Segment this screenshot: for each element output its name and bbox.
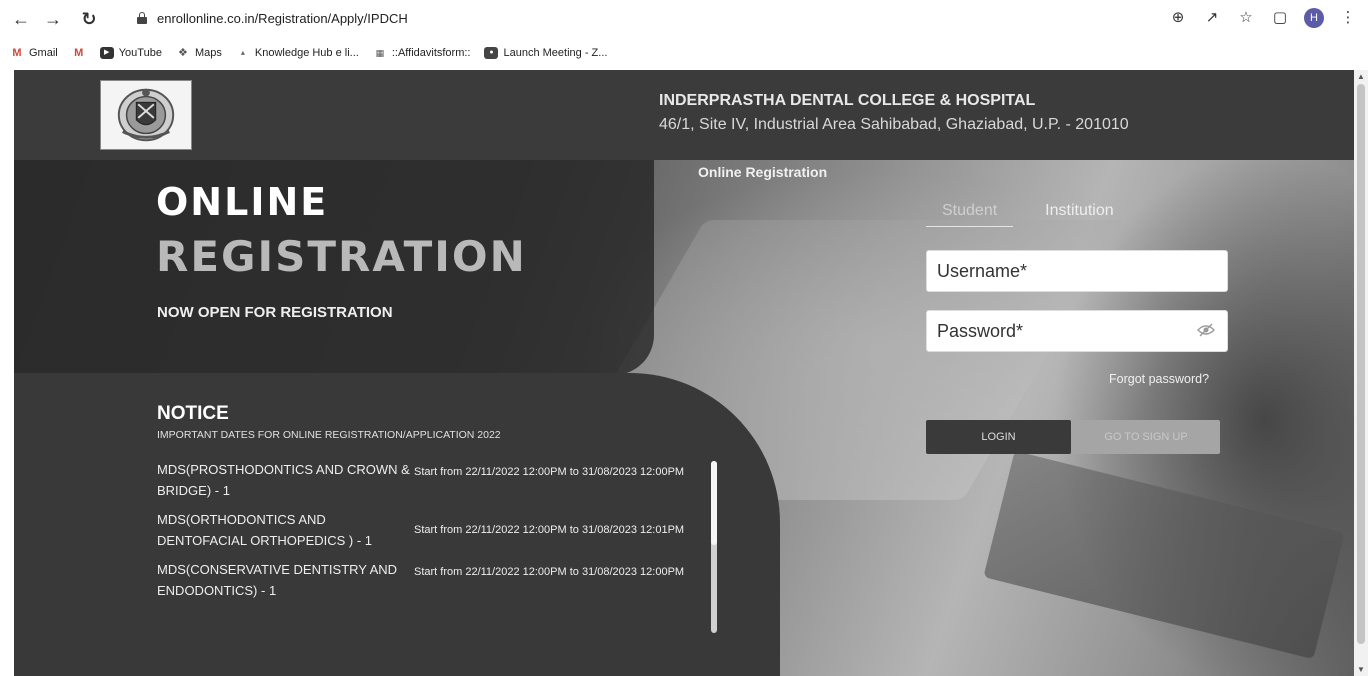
page-scrollbar[interactable]: ▲ ▼ — [1354, 70, 1368, 676]
sidepanel-icon[interactable]: ▢ — [1270, 8, 1290, 28]
star-icon[interactable]: ☆ — [1236, 8, 1256, 28]
section-label: Online Registration — [698, 164, 828, 180]
notice-title: NOTICE — [157, 403, 229, 424]
browser-toolbar: ← → ↻ enrollonline.co.in/Registration/Ap… — [0, 0, 1368, 40]
lock-icon[interactable] — [137, 12, 147, 24]
knowledge-hub-icon: ▴ — [240, 48, 245, 57]
hero-section: Online Registration ONLINE REGISTRATION … — [14, 160, 1354, 676]
scroll-down-icon[interactable]: ▼ — [1357, 665, 1365, 674]
forward-arrow-icon[interactable]: → — [42, 8, 64, 30]
login-tabs: Student Institution — [926, 202, 1130, 227]
notice-subtitle: IMPORTANT DATES FOR ONLINE REGISTRATION/… — [157, 429, 501, 441]
list-item: MDS(PROSTHODONTICS AND CROWN & BRIDGE) -… — [157, 459, 712, 501]
maps-icon: ❖ — [178, 47, 188, 59]
share-icon[interactable]: ↗ — [1202, 8, 1222, 28]
gmail-icon: M — [12, 47, 22, 59]
login-button[interactable]: LOGIN — [926, 420, 1071, 454]
course-name: MDS(ORTHODONTICS AND DENTOFACIAL ORTHOPE… — [157, 512, 373, 548]
menu-kebab-icon[interactable]: ⋮ — [1338, 8, 1358, 28]
scroll-up-icon[interactable]: ▲ — [1357, 72, 1365, 81]
bookmark-knowledge-hub[interactable]: ▴ Knowledge Hub e li... — [236, 47, 359, 59]
forgot-password-link[interactable]: Forgot password? — [1109, 372, 1209, 386]
url-text: enrollonline.co.in/Registration/Apply/IP… — [157, 11, 408, 26]
password-input[interactable]: Password* — [926, 310, 1228, 352]
list-item: MDS(CONSERVATIVE DENTISTRY AND ENDODONTI… — [157, 559, 712, 601]
reload-icon[interactable]: ↻ — [78, 8, 100, 30]
bookmark-gmail-2[interactable]: M — [72, 47, 86, 59]
college-logo[interactable] — [100, 80, 192, 150]
hero-title-line2: REGISTRATION — [156, 232, 527, 281]
course-name: MDS(CONSERVATIVE DENTISTRY AND ENDODONTI… — [157, 562, 398, 598]
bookmark-maps[interactable]: ❖ Maps — [176, 47, 222, 59]
college-name: INDERPRASTHA DENTAL COLLEGE & HOSPITAL — [659, 92, 1036, 109]
notice-panel: NOTICE IMPORTANT DATES FOR ONLINE REGIST… — [14, 373, 780, 676]
zoom-icon: ● — [484, 47, 499, 59]
hero-title-line1: ONLINE — [156, 180, 329, 224]
bookmark-zoom[interactable]: ● Launch Meeting - Z... — [484, 47, 607, 59]
signup-button[interactable]: GO TO SIGN UP — [1072, 420, 1220, 454]
college-address: 46/1, Site IV, Industrial Area Sahibabad… — [659, 116, 1129, 133]
bookmark-gmail[interactable]: M Gmail — [10, 47, 57, 59]
page-scrollbar-thumb[interactable] — [1357, 84, 1365, 644]
crest-icon — [117, 88, 175, 142]
zoom-icon[interactable]: ⊕ — [1168, 8, 1188, 28]
gmail-m-icon: M — [74, 47, 84, 59]
address-bar[interactable]: enrollonline.co.in/Registration/Apply/IP… — [115, 6, 1205, 34]
course-dates: Start from 22/11/2022 12:00PM to 31/08/2… — [414, 466, 685, 478]
bookmark-affidavit[interactable]: ▦ ::Affidavitsform:: — [373, 47, 471, 59]
notice-scrollbar-thumb[interactable] — [711, 461, 717, 545]
course-dates: Start from 22/11/2022 12:00PM to 31/08/2… — [414, 524, 685, 536]
tab-institution[interactable]: Institution — [1029, 202, 1129, 227]
youtube-icon: ▶ — [99, 47, 114, 59]
bookmarks-bar: M Gmail M ▶ YouTube ❖ Maps ▴ Knowledge H… — [0, 40, 1368, 66]
profile-avatar[interactable]: H — [1304, 8, 1324, 28]
username-input[interactable]: Username* — [926, 250, 1228, 292]
background-book — [983, 450, 1345, 660]
list-item: MDS(ORTHODONTICS AND DENTOFACIAL ORTHOPE… — [157, 509, 712, 551]
eye-off-icon[interactable] — [1197, 323, 1215, 337]
back-arrow-icon[interactable]: ← — [10, 8, 32, 30]
site-header: INDERPRASTHA DENTAL COLLEGE & HOSPITAL 4… — [14, 70, 1354, 160]
affidavit-icon: ▦ — [375, 48, 385, 58]
bookmark-youtube[interactable]: ▶ YouTube — [99, 47, 162, 59]
course-name: MDS(PROSTHODONTICS AND CROWN & BRIDGE) -… — [157, 462, 410, 498]
notice-list[interactable]: MDS(PROSTHODONTICS AND CROWN & BRIDGE) -… — [157, 459, 712, 629]
tab-student[interactable]: Student — [926, 202, 1014, 227]
page-viewport: INDERPRASTHA DENTAL COLLEGE & HOSPITAL 4… — [14, 70, 1354, 676]
course-dates: Start from 22/11/2022 12:00PM to 31/08/2… — [414, 566, 685, 578]
hero-subtitle: NOW OPEN FOR REGISTRATION — [157, 304, 393, 321]
password-placeholder: Password* — [937, 321, 1024, 341]
